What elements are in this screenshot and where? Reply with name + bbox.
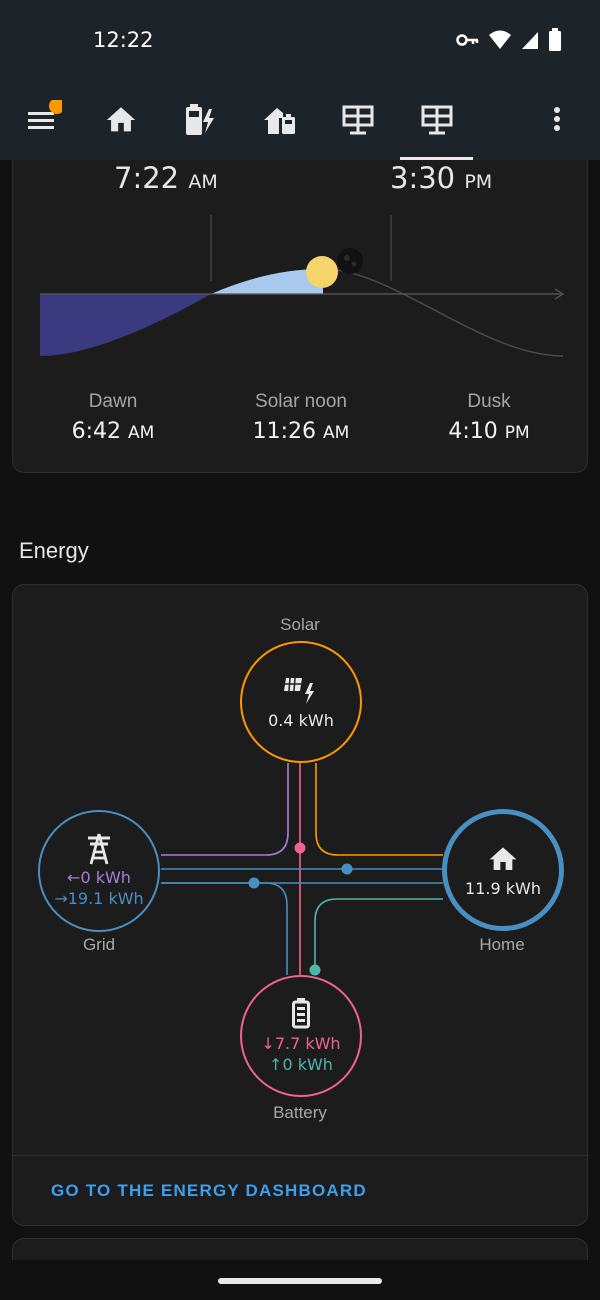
sunrise-time: 7:22 AM: [114, 161, 218, 195]
dusk-time-value: 4:10: [448, 419, 498, 444]
home-gesture-handle[interactable]: [218, 1278, 382, 1284]
status-time: 12:22: [93, 28, 154, 52]
tab-battery[interactable]: [180, 100, 220, 140]
flow-battery-home: [314, 898, 443, 975]
status-bar: 12:22: [0, 0, 600, 80]
home-label: Home: [479, 935, 525, 954]
home-battery-icon: [264, 108, 295, 134]
noon-ampm: AM: [323, 423, 350, 443]
next-card: [12, 1238, 588, 1260]
battery-label: Battery: [273, 1103, 327, 1122]
grid-return-value: ←0 kWh: [67, 868, 131, 887]
home-node[interactable]: 11.9 kWh: [442, 809, 564, 931]
tab-solar-2[interactable]: [417, 100, 457, 140]
grid-label: Grid: [82, 935, 116, 954]
battery-node[interactable]: ↓7.7 kWh ↑0 kWh: [240, 975, 362, 1097]
transmission-tower-icon: [88, 833, 110, 865]
energy-distribution-card: Solar 0.4 kWh ←0 kWh →19.1 kWh Grid 11.9…: [12, 584, 589, 1226]
noon-time: 11:26 AM: [221, 419, 381, 444]
tab-solar-1[interactable]: [338, 100, 378, 140]
flow-dot-grid-battery: [248, 877, 260, 889]
notification-badge: [49, 100, 62, 114]
card-divider: [13, 1155, 589, 1156]
energy-section-title: Energy: [19, 538, 89, 563]
dusk-label: Dusk: [467, 391, 511, 412]
sun-card: 7:22 AM 3:30 PM Dawn 6:42 AM Solar noon: [12, 160, 588, 473]
energy-dashboard-link[interactable]: GO TO THE ENERGY DASHBOARD: [51, 1181, 367, 1201]
sunrise-ampm: AM: [188, 171, 218, 193]
menu-icon: [28, 100, 62, 129]
sunset-time: 3:30 PM: [390, 161, 492, 195]
flow-dot-battery-home: [309, 964, 321, 976]
toolbar: [0, 80, 600, 160]
battery-charge-value: ↓7.7 kWh: [261, 1034, 341, 1053]
solar-panel-icon: [421, 105, 453, 135]
battery-icon: [549, 28, 561, 51]
solar-power-icon: [284, 677, 314, 704]
vpn-key-icon: [456, 34, 479, 46]
flow-solar-grid: [161, 763, 289, 856]
tab-home[interactable]: [101, 100, 141, 140]
solar-value: 0.4 kWh: [268, 710, 334, 730]
sun-path-graph: [40, 215, 565, 357]
solar-label: Solar: [280, 615, 320, 634]
dawn-time-value: 6:42: [71, 419, 122, 444]
status-icons: [456, 27, 562, 53]
dusk-ampm: PM: [504, 423, 530, 443]
cell-signal-icon: [522, 32, 538, 49]
sunset-ampm: PM: [464, 171, 493, 193]
sun-icon: [306, 256, 338, 288]
flow-grid-battery: [161, 882, 288, 975]
dawn-time: 6:42 AM: [33, 419, 193, 444]
solar-node[interactable]: 0.4 kWh: [240, 641, 362, 763]
sunset-time-value: 3:30: [390, 161, 456, 195]
sun-curve: [322, 268, 564, 357]
night-area: [40, 294, 211, 356]
noon-time-value: 11:26: [252, 419, 317, 444]
overflow-menu-button[interactable]: [537, 100, 577, 140]
sunrise-time-value: 7:22: [114, 161, 180, 195]
flow-solar-home: [315, 763, 443, 856]
battery-icon: [292, 998, 310, 1029]
battery-discharge-value: ↑0 kWh: [269, 1055, 333, 1074]
home-icon: [106, 107, 136, 132]
noon-label: Solar noon: [255, 391, 347, 412]
grid-consumption-value: →19.1 kWh: [54, 889, 144, 908]
moon-icon: [337, 248, 363, 274]
flow-dot-home: [341, 863, 353, 875]
flow-dot-battery: [294, 842, 306, 854]
grid-node[interactable]: ←0 kWh →19.1 kWh: [38, 810, 160, 932]
menu-button[interactable]: [22, 100, 62, 140]
dashboard-content[interactable]: 7:22 AM 3:30 PM Dawn 6:42 AM Solar noon: [0, 160, 600, 1260]
dawn-ampm: AM: [128, 423, 155, 443]
battery-charging-icon: [186, 104, 214, 135]
more-vertical-icon: [554, 107, 560, 131]
wifi-icon: [489, 30, 511, 49]
home-value: 11.9 kWh: [465, 878, 541, 898]
dusk-time: 4:10 PM: [409, 419, 569, 444]
home-icon: [489, 846, 517, 870]
solar-panel-icon: [342, 105, 374, 135]
dawn-label: Dawn: [88, 391, 138, 412]
tab-home-battery[interactable]: [259, 100, 299, 140]
